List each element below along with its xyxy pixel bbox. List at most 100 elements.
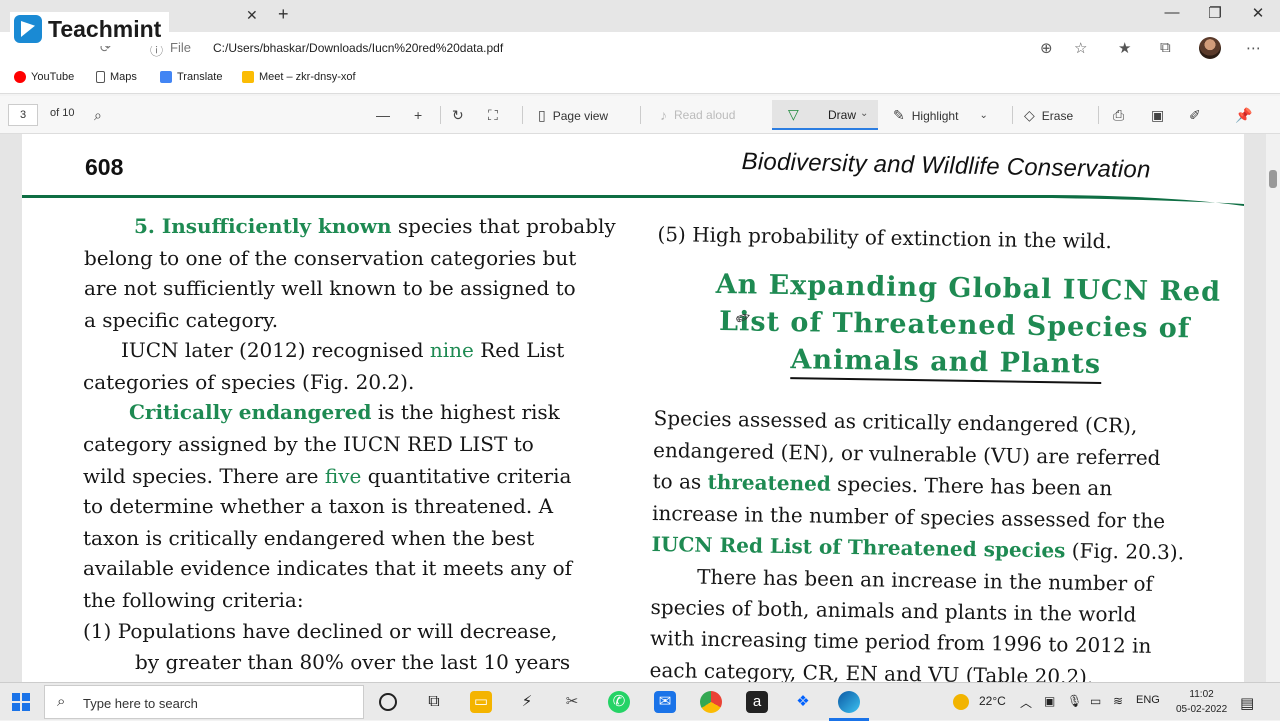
pdf-page: 608 Biodiversity and Wildlife Conservati… bbox=[22, 134, 1244, 682]
text-span: with increasing time period from 1996 to… bbox=[649, 625, 1152, 658]
divider bbox=[1012, 106, 1013, 124]
erase-button[interactable]: ◇ Erase bbox=[1024, 107, 1073, 124]
pdf-toolbar: 3 of 10 ⌕ — + ↻ ⛶ ▯ Page view ♪ Read alo… bbox=[0, 96, 1280, 134]
bookmark-meet[interactable]: Meet – zkr-dnsy-xof bbox=[242, 71, 356, 83]
taskbar-search[interactable]: ⌕ Type here to search bbox=[44, 685, 364, 719]
read-aloud-icon: ♪ bbox=[660, 107, 667, 123]
address-bar: ⟳ ⓘ File C:/Users/bhaskar/Downloads/Iucn… bbox=[0, 32, 1280, 64]
page-number-input[interactable]: 3 bbox=[8, 104, 38, 126]
erase-label: Erase bbox=[1041, 108, 1074, 123]
bookmark-label: Translate bbox=[177, 71, 223, 83]
zoom-icon[interactable]: ⊕ bbox=[1040, 39, 1053, 57]
file-label: File bbox=[170, 40, 191, 55]
right-column: (5) High probability of extinction in th… bbox=[13, 134, 1244, 682]
teachmint-logo-icon bbox=[14, 15, 42, 43]
bookmark-label: YouTube bbox=[31, 71, 75, 83]
edge-icon[interactable] bbox=[838, 691, 860, 713]
zoom-in-icon[interactable]: + bbox=[414, 107, 422, 123]
text-span: endangered (EN), or vulnerable (VU) are … bbox=[652, 437, 1161, 470]
logo-text: Teachmint bbox=[48, 15, 162, 42]
tray-icon[interactable]: ▣ bbox=[1044, 694, 1055, 708]
dropbox-icon[interactable]: ❖ bbox=[792, 691, 814, 713]
app-icon[interactable]: ✂ bbox=[561, 691, 583, 713]
draw-label: Draw bbox=[828, 108, 857, 122]
draw-icon: ▽ bbox=[788, 106, 799, 122]
text-span: increase in the number of species assess… bbox=[651, 500, 1166, 534]
chevron-down-icon[interactable]: ⌄ bbox=[860, 108, 868, 119]
bookmark-youtube[interactable]: YouTube bbox=[14, 71, 74, 83]
text-span: each category, CR, EN and VU (Table 20.2… bbox=[649, 657, 1094, 682]
app-icon[interactable]: ⚡ bbox=[516, 691, 538, 713]
wifi-icon[interactable]: ≋ bbox=[1113, 694, 1123, 708]
task-view-icon[interactable]: ⧉ bbox=[423, 691, 445, 713]
cortana-icon[interactable] bbox=[379, 693, 397, 711]
draw-button[interactable]: ▽ Draw ⌄ bbox=[772, 100, 878, 130]
chrome-icon[interactable] bbox=[700, 691, 722, 713]
translate-icon bbox=[160, 71, 172, 83]
page-total: of 10 bbox=[50, 107, 75, 119]
read-aloud-button[interactable]: ♪ Read aloud bbox=[660, 107, 735, 123]
tray-chevron-icon[interactable]: ︿ bbox=[1020, 694, 1032, 711]
microphone-icon[interactable]: 🎙 bbox=[1067, 694, 1082, 708]
new-tab-icon[interactable]: + bbox=[278, 4, 289, 25]
windows-start-icon[interactable] bbox=[12, 693, 30, 711]
highlight-button[interactable]: ✎ Highlight ⌄ bbox=[893, 107, 988, 124]
page-view-button[interactable]: ▯ Page view bbox=[538, 107, 608, 124]
print-icon[interactable]: ⎙ bbox=[1113, 107, 1124, 124]
bookmark-label: Maps bbox=[110, 71, 137, 83]
vertical-scrollbar[interactable] bbox=[1266, 134, 1280, 682]
file-explorer-icon[interactable]: ▭ bbox=[470, 691, 492, 713]
collections-icon[interactable]: ⧉ bbox=[1160, 39, 1171, 56]
divider bbox=[522, 106, 523, 124]
meet-icon bbox=[242, 71, 254, 83]
bookmark-maps[interactable]: Maps bbox=[96, 71, 137, 83]
amazon-icon[interactable]: a bbox=[746, 691, 768, 713]
teachmint-logo: Teachmint bbox=[10, 12, 170, 46]
text-line: Species assessed as critically endangere… bbox=[653, 406, 1137, 438]
text-line: species of both, animals and plants in t… bbox=[650, 595, 1136, 627]
temperature[interactable]: 22°C bbox=[979, 694, 1006, 708]
favorites-icon[interactable]: ★ bbox=[1118, 39, 1131, 57]
page-view-icon: ▯ bbox=[538, 107, 546, 123]
search-icon[interactable]: ⌕ bbox=[94, 107, 102, 124]
add-favorite-icon[interactable]: ☆ bbox=[1074, 39, 1087, 57]
windows-taskbar: ⌕ Type here to search ⧉ ▭ ⚡ ✂ ✆ ✉ a ❖ 22… bbox=[0, 682, 1280, 721]
notification-icon[interactable]: ▤ bbox=[1240, 694, 1254, 712]
weather-icon bbox=[953, 694, 969, 710]
chevron-down-icon[interactable]: ⌄ bbox=[979, 110, 987, 121]
url-field[interactable]: C:/Users/bhaskar/Downloads/Iucn%20red%20… bbox=[213, 41, 503, 55]
rotate-icon[interactable]: ↻ bbox=[452, 107, 464, 124]
fit-page-icon[interactable]: ⛶ bbox=[488, 107, 498, 124]
save-icon[interactable]: ▣ bbox=[1151, 107, 1164, 124]
language-indicator[interactable]: ENG bbox=[1136, 694, 1160, 706]
bookmark-label: Meet – zkr-dnsy-xof bbox=[259, 71, 356, 83]
profile-avatar[interactable] bbox=[1199, 37, 1221, 59]
clock[interactable]: 11:02 05-02-2022 bbox=[1176, 687, 1227, 717]
scrollbar-thumb[interactable] bbox=[1269, 170, 1277, 188]
more-menu-icon[interactable]: ⋯ bbox=[1246, 39, 1261, 57]
page-view-label: Page view bbox=[552, 108, 609, 123]
maximize-icon[interactable]: ❐ bbox=[1200, 4, 1230, 22]
whatsapp-icon[interactable]: ✆ bbox=[608, 691, 630, 713]
clock-date: 05-02-2022 bbox=[1176, 704, 1228, 715]
eraser-icon: ◇ bbox=[1024, 107, 1035, 123]
text-line: with increasing time period from 1996 to… bbox=[650, 626, 1152, 658]
pin-toolbar-icon[interactable]: 📌 bbox=[1235, 107, 1252, 124]
bookmark-translate[interactable]: Translate bbox=[160, 71, 222, 83]
battery-icon[interactable]: ▭ bbox=[1090, 694, 1101, 708]
section-heading-line-1: An Expanding Global IUCN Red bbox=[715, 268, 1222, 308]
zoom-out-icon[interactable]: — bbox=[376, 107, 390, 123]
close-tab-icon[interactable]: ✕ bbox=[246, 7, 258, 24]
bookmarks-bar: YouTube Maps Translate Meet – zkr-dnsy-x… bbox=[0, 64, 1280, 94]
close-window-icon[interactable]: ✕ bbox=[1243, 4, 1273, 22]
mail-icon[interactable]: ✉ bbox=[654, 691, 676, 713]
text-line: IUCN Red List of Threatened species (Fig… bbox=[651, 532, 1184, 564]
right-body: Species assessed as critically endangere… bbox=[22, 134, 1244, 682]
text-line: There has been an increase in the number… bbox=[697, 565, 1153, 596]
save-as-icon[interactable]: ✐ bbox=[1189, 107, 1201, 124]
text-span: There has been an increase in the number… bbox=[696, 564, 1154, 596]
pdf-document-area[interactable]: 608 Biodiversity and Wildlife Conservati… bbox=[0, 134, 1280, 682]
text-span: to as bbox=[652, 468, 708, 494]
minimize-icon[interactable]: — bbox=[1157, 4, 1187, 21]
bookmark-icon bbox=[96, 71, 105, 83]
